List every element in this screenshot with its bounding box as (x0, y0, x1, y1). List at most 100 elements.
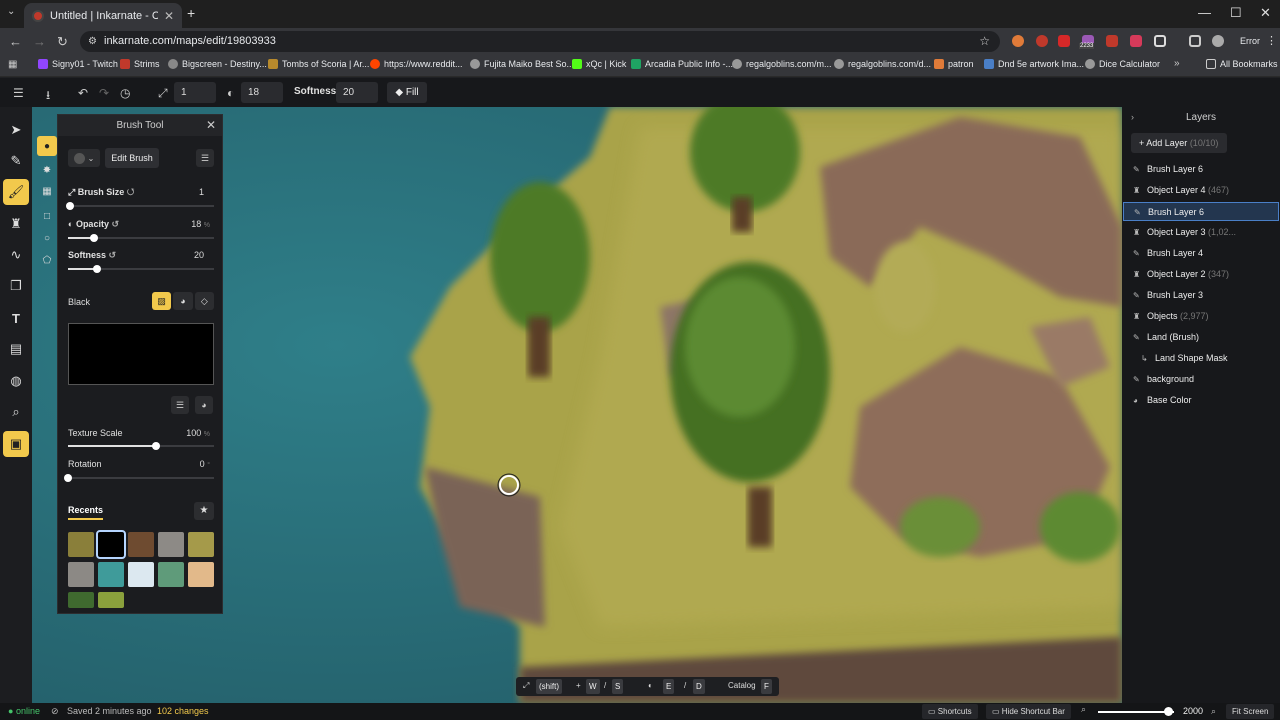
layer-item[interactable]: ✎ Land (Brush) (1123, 328, 1279, 347)
minimize-icon[interactable]: — (1198, 5, 1211, 20)
bookmark-item[interactable]: regalgoblins.com/m... (732, 59, 832, 69)
text-tool-icon[interactable]: T (3, 305, 29, 331)
globe-tool-icon[interactable]: ◍ (3, 368, 29, 394)
shape-tool-icon[interactable]: ❐ (3, 273, 29, 299)
recent-color-swatch[interactable] (188, 562, 214, 587)
pattern-brush-icon[interactable]: ▦ (37, 181, 57, 201)
recent-color-swatch[interactable] (68, 562, 94, 587)
brush-tool-icon[interactable]: 🖌 (3, 179, 29, 205)
history-icon[interactable]: ◷ (120, 86, 130, 100)
new-tab-icon[interactable]: + (187, 5, 195, 21)
maximize-icon[interactable]: ☐ (1230, 5, 1242, 21)
export-icon[interactable]: ⭳ (46, 86, 50, 107)
hamburger-menu-icon[interactable]: ☰ (13, 86, 24, 100)
zoom-slider-knob[interactable] (1164, 707, 1173, 716)
circle-brush-icon[interactable]: ○ (37, 228, 57, 248)
slider-knob[interactable] (93, 265, 101, 273)
scatter-brush-icon[interactable]: ✸ (37, 160, 57, 180)
slider-knob[interactable] (90, 234, 98, 242)
bookmark-item[interactable]: Bigscreen - Destiny... (168, 59, 267, 69)
layer-item[interactable]: ✎ Brush Layer 6 (1123, 160, 1279, 179)
recents-tab[interactable]: Recents (68, 505, 104, 520)
slider-knob[interactable] (152, 442, 160, 450)
edit-brush-button[interactable]: Edit Brush (105, 148, 159, 168)
more-bookmarks-icon[interactable]: » (1174, 58, 1180, 69)
slider-knob[interactable] (64, 474, 72, 482)
layer-item[interactable]: ♜ Object Layer 2 (347) (1123, 265, 1279, 284)
palette-mode-icon[interactable]: ◕ (173, 292, 193, 310)
path-tool-icon[interactable]: ∿ (3, 242, 29, 268)
opacity-input[interactable]: 18 (241, 82, 283, 103)
zoom-slider[interactable] (1098, 711, 1174, 713)
rectangle-brush-icon[interactable]: □ (37, 206, 57, 226)
recent-color-swatch[interactable] (188, 532, 214, 557)
bookmark-item[interactable]: Tombs of Scoria | Ar... (268, 59, 369, 69)
menu-kebab-icon[interactable]: ⋮ (1266, 34, 1277, 47)
texture-scale-slider[interactable] (68, 442, 214, 450)
layer-item[interactable]: ♜ Object Layer 4 (467) (1123, 181, 1279, 200)
texture-mode-icon[interactable]: ▨ (152, 292, 172, 310)
extensions-puzzle-icon[interactable] (1154, 35, 1166, 47)
recent-color-swatch[interactable] (98, 592, 124, 608)
brush-size-input[interactable]: 1 (174, 82, 216, 103)
softness-value[interactable]: 20 (168, 250, 204, 260)
bookmark-item[interactable]: Fujita Maiko Best So... (470, 59, 574, 69)
zoom-tool-icon[interactable]: ⌕ (3, 399, 29, 425)
recent-color-swatch[interactable] (128, 562, 154, 587)
reset-icon[interactable]: ↺ (109, 250, 117, 260)
bookmark-item[interactable]: Strims (120, 59, 160, 69)
palette-icon[interactable]: ◕ (195, 396, 213, 414)
document-tool-icon[interactable]: ▤ (3, 336, 29, 362)
bookmark-item[interactable]: https://www.reddit... (370, 59, 463, 69)
extension-icon[interactable] (1130, 35, 1142, 47)
layer-item[interactable]: ✎ Brush Layer 3 (1123, 286, 1279, 305)
brush-shape-dropdown[interactable]: ⌄ (68, 149, 100, 167)
extension-icon[interactable] (1106, 35, 1118, 47)
texture-scale-value[interactable]: 100 % (162, 428, 210, 438)
tab-inkarnate[interactable]: Untitled | Inkarnate - Create Fa ✕ (24, 3, 182, 28)
bookmark-item[interactable]: Dnd 5e artwork Ima... (984, 59, 1084, 69)
recent-color-swatch[interactable] (98, 562, 124, 587)
extension-icon[interactable] (1036, 35, 1048, 47)
bookmark-item[interactable]: xQc | Kick (572, 59, 626, 69)
color-preview-swatch[interactable] (68, 323, 214, 385)
site-info-icon[interactable]: ⚙ (88, 31, 97, 52)
close-window-icon[interactable]: ✕ (1260, 5, 1271, 21)
rotation-value[interactable]: 0 ° (168, 459, 210, 469)
eraser-mode-icon[interactable]: ◇ (194, 292, 214, 310)
adjust-icon[interactable]: ☰ (171, 396, 189, 414)
recent-color-swatch[interactable] (68, 532, 94, 557)
brush-size-slider[interactable] (66, 202, 214, 210)
eyedropper-tool-icon[interactable]: ✎ (3, 148, 29, 174)
fill-button[interactable]: ◆ Fill (387, 82, 427, 103)
layer-item[interactable]: ↳ Land Shape Mask (1123, 349, 1279, 368)
extension-icon[interactable] (1012, 35, 1024, 47)
layer-item[interactable]: ✎ background (1123, 370, 1279, 389)
tab-search-icon[interactable]: ⌄ (7, 6, 15, 17)
round-brush-icon[interactable]: ● (37, 136, 57, 156)
layer-item[interactable]: ♜ Objects (2,977) (1123, 307, 1279, 326)
reset-icon[interactable]: ↺ (111, 219, 119, 229)
recent-color-swatch[interactable] (158, 562, 184, 587)
polygon-brush-icon[interactable]: ⬠ (37, 250, 57, 270)
bookmark-item[interactable]: patron (934, 59, 974, 69)
layer-item[interactable]: ◕ Base Color (1123, 391, 1279, 410)
layer-item[interactable]: ✎ Brush Layer 6 (1123, 202, 1279, 221)
shortcuts-button[interactable]: ▭ Shortcuts (922, 704, 978, 719)
slider-knob[interactable] (66, 202, 74, 210)
profile-icon[interactable] (1212, 35, 1224, 47)
hide-shortcut-bar-button[interactable]: ▭ Hide Shortcut Bar (986, 704, 1071, 719)
layer-item[interactable]: ✎ Brush Layer 4 (1123, 244, 1279, 263)
recent-color-swatch[interactable] (96, 530, 126, 559)
bookmark-item[interactable]: Signy01 - Twitch (38, 59, 118, 69)
select-tool-icon[interactable]: ➤ (3, 117, 29, 143)
opacity-value[interactable]: 18 % (168, 219, 210, 229)
bookmark-item[interactable]: Dice Calculator (1085, 59, 1160, 69)
extension-icon[interactable] (1058, 35, 1070, 47)
fit-screen-button[interactable]: Fit Screen (1226, 704, 1275, 719)
brush-size-value[interactable]: 1 (168, 187, 204, 197)
layer-item[interactable]: ♜ Object Layer 3 (1,02... (1123, 223, 1279, 242)
zoom-in-icon[interactable]: ⌕ (1211, 706, 1216, 717)
profile-error-label[interactable]: Error (1240, 36, 1260, 46)
all-bookmarks[interactable]: All Bookmarks (1206, 59, 1278, 69)
